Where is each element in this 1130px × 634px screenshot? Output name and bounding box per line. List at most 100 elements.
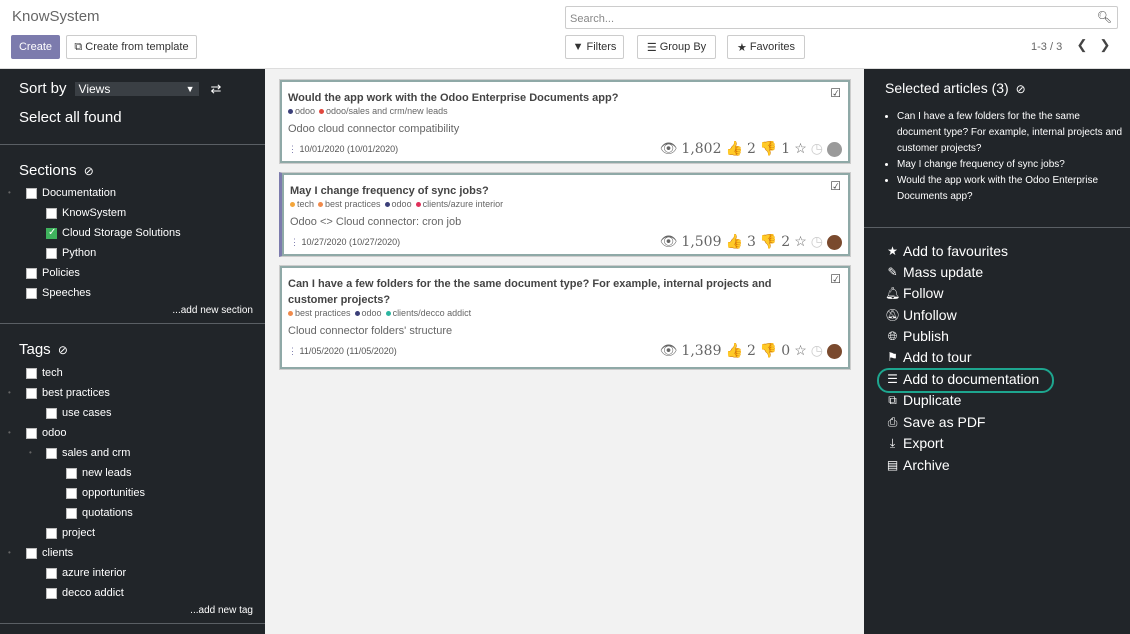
mass-update-action[interactable]: ✎ Mass update — [885, 264, 983, 280]
selected-checkbox-icon[interactable]: ☑ — [830, 86, 841, 100]
checkbox[interactable] — [26, 187, 37, 199]
article-title[interactable]: May I change frequency of sync jobs? — [290, 183, 820, 199]
article-title[interactable]: Would the app work with the Odoo Enterpr… — [288, 90, 818, 106]
search-icon[interactable]: 🔍︎ — [1097, 10, 1112, 24]
unfollow-action[interactable]: 🔕︎ Unfollow — [885, 307, 957, 323]
checkbox-checked[interactable] — [46, 227, 57, 239]
create-from-template-button[interactable]: ⧉ Create from template — [66, 35, 197, 59]
checkbox[interactable] — [26, 267, 37, 279]
checkbox[interactable] — [26, 287, 37, 299]
tag-item[interactable]: decco addict — [46, 587, 124, 599]
section-item[interactable]: Documentation — [26, 187, 116, 199]
collapse-toggle-icon[interactable]: • — [8, 548, 11, 557]
section-label: Cloud Storage Solutions — [62, 227, 181, 239]
checkbox[interactable] — [46, 447, 57, 459]
checkbox[interactable] — [26, 367, 37, 379]
selected-article-item[interactable]: Can I have a few folders for the the sam… — [897, 109, 1125, 157]
checkbox[interactable] — [26, 427, 37, 439]
article-card[interactable]: Would the app work with the Odoo Enterpr… — [279, 79, 851, 164]
pager-previous-icon[interactable]: ❮ — [1075, 37, 1089, 53]
clear-tags-icon[interactable]: ⊘ — [58, 343, 68, 357]
favorites-button[interactable]: ★ Favorites — [727, 35, 805, 59]
selected-article-item[interactable]: May I change frequency of sync jobs? — [897, 157, 1125, 173]
star-icon[interactable]: ☆ — [794, 234, 807, 250]
pager-next-icon[interactable]: ❯ — [1098, 37, 1112, 53]
section-item[interactable]: KnowSystem — [46, 207, 126, 219]
tag-item[interactable]: opportunities — [66, 487, 145, 499]
duplicate-action[interactable]: ⧉ Duplicate — [885, 392, 961, 408]
star-icon[interactable]: ☆ — [794, 141, 807, 157]
tag-item[interactable]: project — [46, 527, 95, 539]
selected-checkbox-icon[interactable]: ☑ — [830, 179, 841, 193]
divider — [0, 323, 265, 324]
section-label: KnowSystem — [62, 207, 127, 219]
tag-item[interactable]: best practices — [26, 387, 110, 399]
dots-icon: ⋮ — [288, 144, 297, 154]
breadcrumb-title: KnowSystem — [12, 8, 100, 25]
section-item[interactable]: Speeches — [26, 287, 91, 299]
checkbox[interactable] — [46, 407, 57, 419]
section-label: Policies — [42, 267, 80, 279]
checkbox[interactable] — [66, 507, 77, 519]
group-by-button[interactable]: ☰ Group By — [637, 35, 716, 59]
bell-icon: 🔔︎ — [885, 286, 901, 300]
export-action[interactable]: ⤓ Export — [885, 435, 944, 451]
tag-item[interactable]: quotations — [66, 507, 133, 519]
add-to-favourites-action[interactable]: ★ Add to favourites — [885, 243, 1008, 259]
sort-direction-icon[interactable]: ⇄ — [211, 81, 222, 97]
chevron-down-icon: ▼ — [185, 83, 195, 94]
tag-badge: odoo — [354, 308, 382, 318]
tag-label: new leads — [82, 467, 132, 479]
publish-action[interactable]: 🌐︎ Publish — [885, 328, 949, 344]
views-count: 1,389 — [681, 343, 722, 359]
tag-item[interactable]: azure interior — [46, 567, 126, 579]
tag-item[interactable]: tech — [26, 367, 63, 379]
archive-action[interactable]: ▤ Archive — [885, 457, 950, 473]
section-item[interactable]: Cloud Storage Solutions — [46, 227, 181, 239]
collapse-toggle-icon[interactable]: • — [8, 428, 11, 437]
clear-sections-icon[interactable]: ⊘ — [84, 164, 94, 178]
checkbox[interactable] — [46, 527, 57, 539]
pager-value[interactable]: 1-3 / 3 — [1031, 41, 1062, 53]
checkbox[interactable] — [26, 387, 37, 399]
article-card[interactable]: Can I have a few folders for the the sam… — [279, 265, 851, 370]
select-all-found[interactable]: Select all found — [19, 109, 122, 126]
article-subtitle: Odoo cloud connector compatibility — [288, 123, 460, 135]
collapse-toggle-icon[interactable]: • — [29, 448, 32, 457]
star-icon[interactable]: ☆ — [794, 343, 807, 359]
section-item[interactable]: Policies — [26, 267, 80, 279]
search-input[interactable]: Search... 🔍︎ — [565, 6, 1118, 29]
checkbox[interactable] — [66, 487, 77, 499]
checkbox[interactable] — [46, 567, 57, 579]
follow-action[interactable]: 🔔︎ Follow — [885, 285, 943, 301]
add-to-tour-action[interactable]: ⚑ Add to tour — [885, 349, 971, 365]
checkbox[interactable] — [26, 547, 37, 559]
tag-item[interactable]: use cases — [46, 407, 112, 419]
sort-select[interactable]: Views ▼ — [74, 81, 199, 96]
checkbox[interactable] — [46, 587, 57, 599]
add-new-section-link[interactable]: ...add new section — [172, 305, 253, 316]
create-button[interactable]: Create — [11, 35, 60, 59]
tag-item[interactable]: new leads — [66, 467, 132, 479]
collapse-toggle-icon[interactable]: • — [8, 388, 11, 397]
filters-button[interactable]: ▼ Filters — [565, 35, 624, 59]
checkbox[interactable] — [46, 207, 57, 219]
checkbox[interactable] — [46, 247, 57, 259]
article-title[interactable]: Can I have a few folders for the the sam… — [288, 276, 818, 308]
selected-article-item[interactable]: Would the app work with the Odoo Enterpr… — [897, 173, 1125, 205]
eye-icon: 👁 — [659, 234, 678, 250]
article-date: ⋮ 11/05/2020 (11/05/2020) — [288, 346, 397, 356]
tag-item[interactable]: sales and crm — [46, 447, 130, 459]
dots-icon: ⋮ — [290, 237, 299, 247]
add-new-tag-link[interactable]: ...add new tag — [190, 605, 253, 616]
checkbox[interactable] — [66, 467, 77, 479]
article-card[interactable]: May I change frequency of sync jobs? ☑ t… — [279, 172, 851, 257]
tag-item[interactable]: clients — [26, 547, 73, 559]
clear-selection-icon[interactable]: ⊘ — [1016, 82, 1026, 96]
section-item[interactable]: Python — [46, 247, 96, 259]
download-icon: ⤓ — [889, 435, 896, 450]
selected-checkbox-icon[interactable]: ☑ — [830, 272, 841, 286]
save-as-pdf-action[interactable]: ⎙ Save as PDF — [885, 414, 986, 430]
collapse-toggle-icon[interactable]: • — [8, 188, 11, 197]
tag-item[interactable]: odoo — [26, 427, 66, 439]
